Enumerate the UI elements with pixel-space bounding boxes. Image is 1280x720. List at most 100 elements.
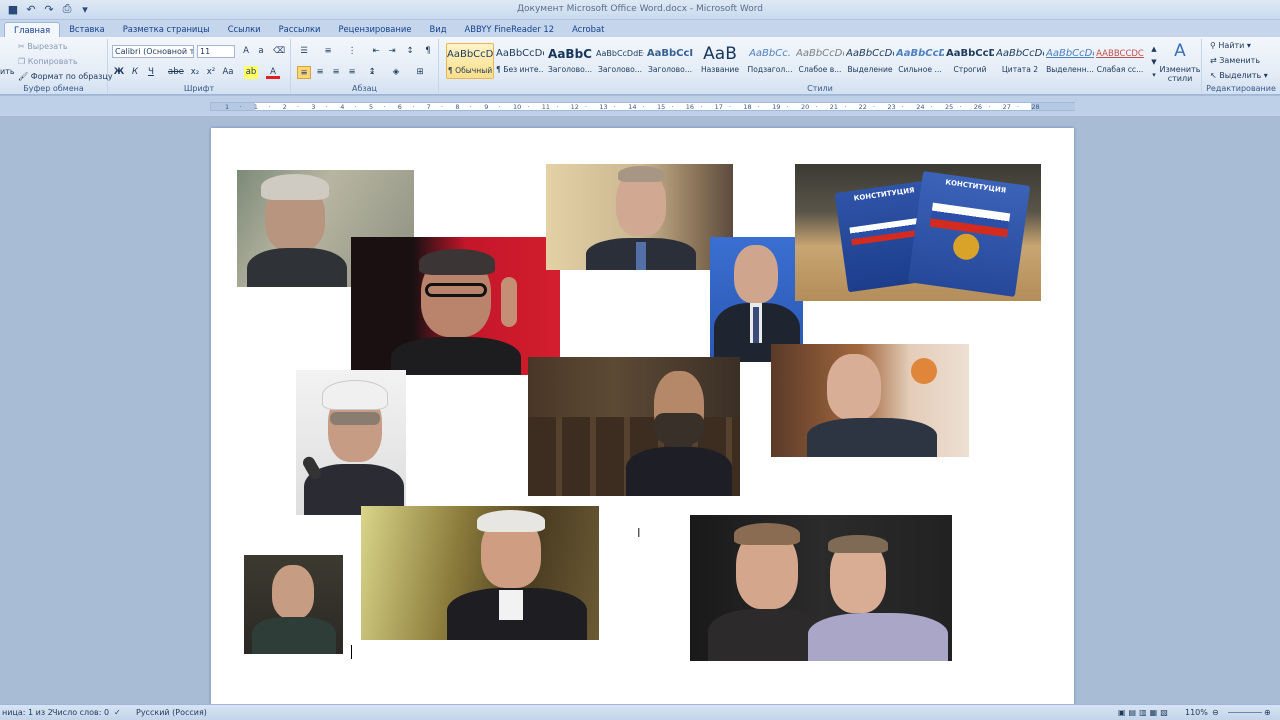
language-indicator[interactable]: Русский (Россия) [136, 708, 207, 717]
style-no-spacing[interactable]: AaBbCcDc ¶ Без инте... [496, 43, 544, 79]
book-title: КОНСТИТУЦИЯ [944, 178, 1007, 195]
subscript-icon[interactable]: x₂ [188, 66, 202, 79]
tab-references[interactable]: Ссылки [219, 22, 270, 37]
style-emphasis[interactable]: AaBbCcDc Выделение [846, 43, 894, 79]
styles-group: AaBbCcDc¶ Обычный AaBbCcDc¶ Без инте... … [439, 39, 1202, 93]
style-subtle-emphasis[interactable]: AaBbCcDc Слабое в... [796, 43, 844, 79]
hair [477, 510, 545, 532]
strikethrough-icon[interactable]: abe [168, 66, 184, 79]
zoom-in-icon[interactable]: ⊕ [1264, 708, 1271, 717]
horizontal-ruler: 1 · 1 · 2 · 3 · 4 · 5 · 6 · 7 · 8 · 9 · 10 · 11 · 12 · 13 · 14 · 15 · 16… [0, 96, 1280, 116]
shrink-font-icon[interactable]: a [254, 45, 268, 58]
style-intense-emphasis[interactable]: AaBbCcDc Сильное ... [896, 43, 944, 79]
font-size-combo[interactable]: 11 [197, 45, 235, 58]
change-styles-icon[interactable]: A [1161, 41, 1199, 61]
photo-man-restaurant[interactable] [361, 506, 599, 640]
tab-review[interactable]: Рецензирование [329, 22, 420, 37]
grow-font-icon[interactable]: A [239, 45, 253, 58]
photo-bearded-man-theater[interactable] [528, 357, 740, 496]
ruler-tick: · [930, 103, 933, 111]
style-heading-3[interactable]: AaBbCcI Заголово... [646, 43, 694, 79]
photo-older-man-studio[interactable] [771, 344, 969, 457]
style-title[interactable]: AaB Название [696, 43, 744, 79]
style-heading-1[interactable]: AaBbC Заголово... [546, 43, 594, 79]
zoom-out-icon[interactable]: ⊖ [1212, 708, 1219, 717]
flag-stripes [929, 202, 1011, 238]
align-center-icon[interactable]: ≡ [313, 66, 327, 79]
style-name: Заголово... [597, 65, 643, 74]
increase-indent-icon[interactable]: ⇥ [385, 45, 399, 58]
ruler-tick: · [757, 103, 760, 111]
ruler-tick: 17 [714, 103, 723, 111]
bold-icon[interactable]: Ж [112, 66, 126, 79]
font-color-icon[interactable]: A [266, 66, 280, 79]
italic-icon[interactable]: К [128, 66, 142, 79]
zoom-level[interactable]: 110% [1185, 708, 1208, 717]
photo-man-sunglasses-mic[interactable] [296, 370, 406, 515]
left-margin-area [211, 103, 255, 110]
jacket [391, 337, 521, 375]
ruler-tick: 1 [225, 103, 230, 111]
photo-man-glasses-red[interactable] [351, 237, 560, 375]
style-name: Цитата 2 [1001, 65, 1039, 74]
window-title: Документ Microsoft Office Word.docx - Mi… [517, 4, 763, 14]
style-quote-2[interactable]: AaBbCcDc Цитата 2 [996, 43, 1044, 79]
style-heading-2[interactable]: AaBbCcDdEe Заголово... [596, 43, 644, 79]
sort-icon[interactable]: ↕ [403, 45, 417, 58]
tab-home[interactable]: Главная [4, 22, 61, 37]
zoom-slider[interactable] [1228, 712, 1262, 713]
tab-insert[interactable]: Вставка [60, 22, 114, 37]
photo-man-dark-sweater[interactable] [244, 555, 343, 654]
document-page[interactable]: КОНСТИТУЦИЯ КОНСТИТУЦИЯ I [211, 128, 1074, 720]
copy-button[interactable]: ❐ Копировать [18, 57, 78, 66]
tab-view[interactable]: Вид [421, 22, 456, 37]
cut-button[interactable]: ✂ Вырезать [18, 42, 68, 51]
highlight-icon[interactable]: ab [244, 66, 258, 79]
bullets-icon[interactable]: ☰ [297, 45, 311, 58]
clear-format-icon[interactable]: ⌫ [272, 45, 286, 58]
change-styles-button[interactable]: Изменить стили [1159, 65, 1201, 83]
numbering-icon[interactable]: ≡ [321, 45, 335, 58]
styles-scroll-up-icon[interactable]: ▲ [1147, 43, 1161, 56]
align-right-icon[interactable]: ≡ [329, 66, 343, 79]
style-preview: AaBbCcDc [896, 48, 944, 59]
style-preview: AaB [703, 44, 737, 64]
view-buttons[interactable]: ▣▤▥▦▧ [1118, 708, 1171, 717]
style-intense-quote[interactable]: AaBbCcDc Выделенн... [1046, 43, 1094, 79]
decrease-indent-icon[interactable]: ⇤ [369, 45, 383, 58]
ruler-tick: 28 [1031, 103, 1040, 111]
change-case-icon[interactable]: Aa [221, 66, 235, 79]
photo-man-suit-center[interactable] [546, 164, 733, 270]
style-strong[interactable]: AaBbCcDc Строгий [946, 43, 994, 79]
paste-button[interactable]: ить [0, 67, 15, 76]
find-button[interactable]: ⚲ Найти ▾ [1210, 41, 1251, 50]
proofing-icon[interactable]: ✓ [114, 708, 121, 717]
show-marks-icon[interactable]: ¶ [421, 45, 435, 58]
word-count[interactable]: Число слов: 0 [52, 708, 109, 717]
tab-abbyy[interactable]: ABBYY FineReader 12 [455, 22, 563, 37]
tab-page-layout[interactable]: Разметка страницы [114, 22, 219, 37]
superscript-icon[interactable]: x² [204, 66, 218, 79]
format-painter-button[interactable]: 🖌 Формат по образцу [18, 72, 113, 81]
multilevel-list-icon[interactable]: ⋮ [345, 45, 359, 58]
tab-acrobat[interactable]: Acrobat [563, 22, 613, 37]
photo-two-men[interactable] [690, 515, 952, 661]
photo-constitution-books[interactable]: КОНСТИТУЦИЯ КОНСТИТУЦИЯ [795, 164, 1041, 301]
style-normal[interactable]: AaBbCcDc ¶ Обычный [446, 43, 494, 79]
borders-icon[interactable]: ⊞ [413, 66, 427, 79]
copy-label: Копировать [27, 57, 78, 66]
ruler-bar[interactable]: 1 · 1 · 2 · 3 · 4 · 5 · 6 · 7 · 8 · 9 · 10 · 11 · 12 · 13 · 14 · 15 · 16… [210, 102, 1075, 111]
ruler-tick: 10 [513, 103, 522, 111]
align-left-icon[interactable]: ≡ [297, 66, 311, 79]
font-name-combo[interactable]: Calibri (Основной те [112, 45, 194, 58]
justify-icon[interactable]: ≡ [345, 66, 359, 79]
select-button[interactable]: ↖ Выделить ▾ [1210, 71, 1268, 80]
tab-mailings[interactable]: Рассылки [270, 22, 330, 37]
style-subtle-reference[interactable]: AABBCCDC Слабая сс... [1096, 43, 1144, 79]
style-subtitle[interactable]: AaBbCc. Подзагол... [746, 43, 794, 79]
line-spacing-icon[interactable]: ↨ [365, 66, 379, 79]
page-counter[interactable]: ница: 1 из 2 [2, 708, 53, 717]
underline-icon[interactable]: Ч [144, 66, 158, 79]
shading-icon[interactable]: ◈ [389, 66, 403, 79]
replace-button[interactable]: ⇄ Заменить [1210, 56, 1260, 65]
